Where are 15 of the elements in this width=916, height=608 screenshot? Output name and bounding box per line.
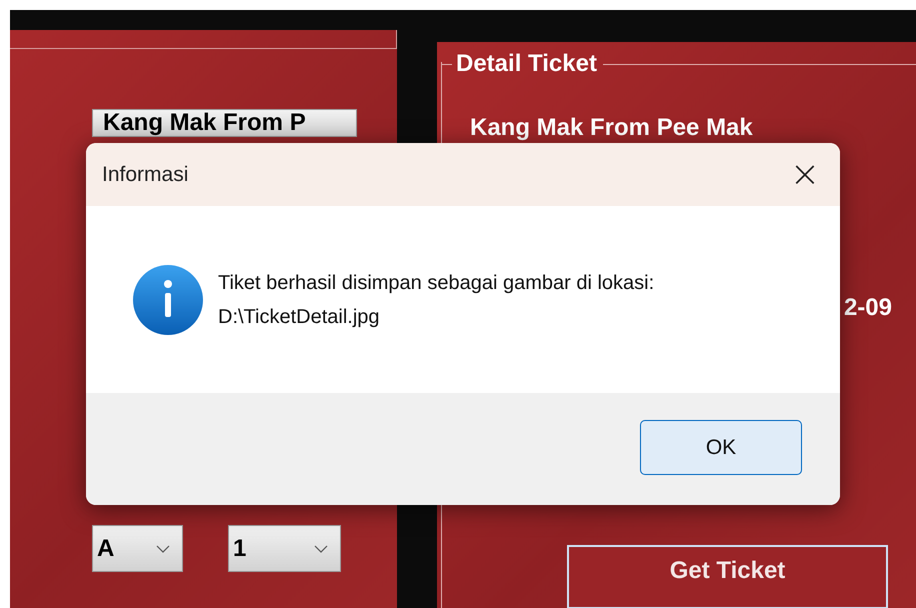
dropdown[interactable]: A [92, 525, 183, 572]
group-title: Detail Ticket [455, 50, 598, 78]
message-text: D:\TicketDetail.jpg [218, 304, 381, 330]
dropdown[interactable]: Kang Mak From P [92, 109, 357, 137]
dialog-title: Informasi [102, 162, 188, 186]
chevron-icon [156, 544, 170, 552]
dropdown[interactable]: 1 [228, 525, 341, 572]
info-icon [132, 264, 204, 336]
date-text: 2-09 [844, 294, 892, 322]
get-ticket-button[interactable]: Get Ticket [567, 545, 888, 608]
movie-title: Kang Mak From Pee Mak [470, 114, 754, 142]
ok-button[interactable]: OK [640, 420, 802, 475]
message-text: Tiket berhasil disimpan sebagai gambar di lokasi: [218, 270, 654, 296]
close-button[interactable]: × [770, 144, 840, 204]
chevron-icon [314, 544, 328, 552]
